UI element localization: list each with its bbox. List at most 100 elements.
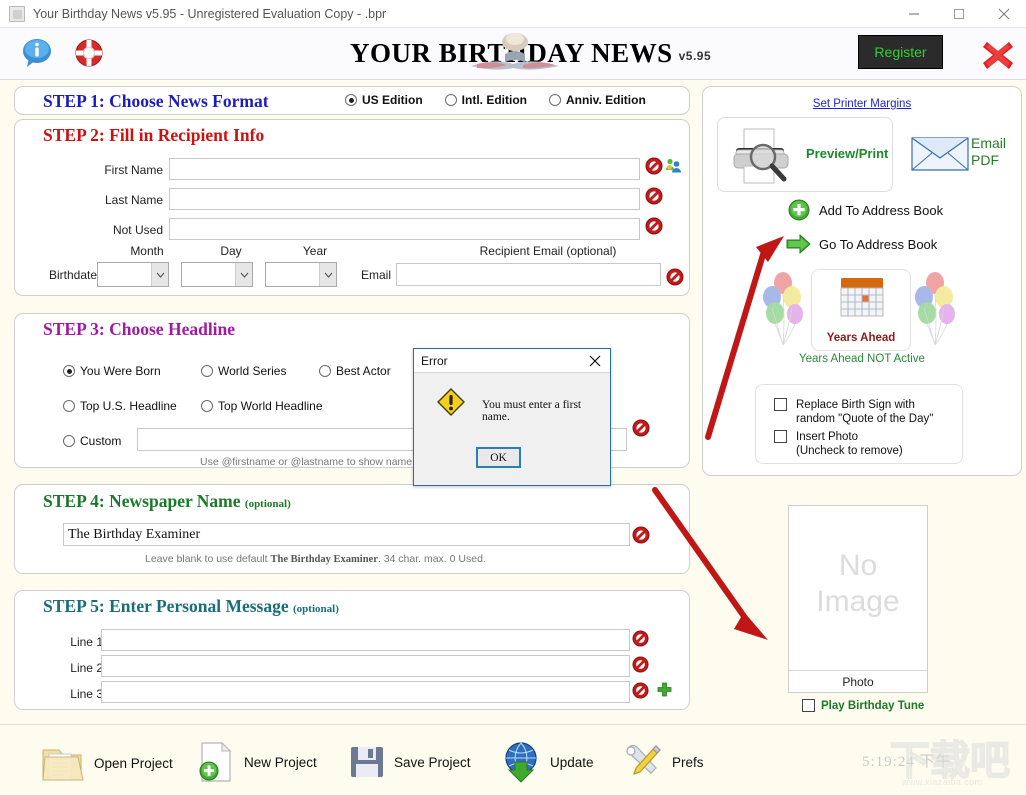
message-line1-input[interactable] xyxy=(101,629,630,651)
radio-top-world-headline[interactable]: Top World Headline xyxy=(201,399,323,413)
not-used-input[interactable] xyxy=(169,218,640,240)
prefs-label: Prefs xyxy=(672,754,704,770)
add-to-address-book-label[interactable]: Add To Address Book xyxy=(819,203,943,218)
hint-default-name: The Birthday Examiner xyxy=(270,554,378,565)
chevron-down-icon xyxy=(151,263,168,286)
recipient-email-caption: Recipient Email (optional) xyxy=(479,244,617,258)
checkbox-insert-photo[interactable]: Insert Photo (Uncheck to remove) xyxy=(774,430,903,458)
hint-prefix: Leave blank to use default xyxy=(145,553,271,565)
email-pdf-button[interactable]: Email PDF xyxy=(971,135,1006,169)
lifering-help-icon[interactable] xyxy=(73,38,105,68)
set-printer-margins-link[interactable]: Set Printer Margins xyxy=(703,98,1021,110)
last-name-label: Last Name xyxy=(104,193,163,207)
clear-line2-icon[interactable] xyxy=(632,656,649,673)
birthdate-label: Birthdate xyxy=(48,268,97,282)
go-to-address-book-arrow-icon[interactable] xyxy=(786,233,812,255)
clear-last-name-icon[interactable] xyxy=(645,187,663,205)
error-dialog-ok-button[interactable]: OK xyxy=(476,447,521,468)
last-name-input[interactable] xyxy=(169,188,640,210)
go-to-address-book-label[interactable]: Go To Address Book xyxy=(819,237,937,252)
radio-world-series[interactable]: World Series xyxy=(201,364,286,378)
checkbox-replace-birth-sign[interactable]: Replace Birth Sign with random "Quote of… xyxy=(774,398,933,426)
open-project-button[interactable]: Open Project xyxy=(40,742,173,784)
new-project-button[interactable]: New Project xyxy=(196,740,317,784)
radio-us-edition[interactable]: US Edition xyxy=(345,93,423,107)
radio-you-were-born[interactable]: You Were Born xyxy=(63,364,161,378)
radio-intl-edition[interactable]: Intl. Edition xyxy=(444,93,527,107)
add-to-address-book-icon[interactable] xyxy=(788,199,810,221)
error-dialog: Error You must enter a first name. OK xyxy=(413,348,611,486)
preview-print-label: Preview/Print xyxy=(806,146,889,161)
first-name-input[interactable] xyxy=(169,158,640,180)
address-book-people-icon[interactable] xyxy=(665,157,682,174)
year-select[interactable] xyxy=(265,262,337,287)
radio-anniv-edition[interactable]: Anniv. Edition xyxy=(549,93,646,107)
register-button[interactable]: Register xyxy=(858,35,943,69)
photo-caption: Photo xyxy=(789,670,927,692)
step1-panel: STEP 1: Choose News Format US Edition In… xyxy=(14,86,690,115)
clear-not-used-icon[interactable] xyxy=(645,217,663,235)
add-line-plus-icon[interactable] xyxy=(656,682,673,699)
clear-line1-icon[interactable] xyxy=(632,630,649,647)
step5-title-text: STEP 5: Enter Personal Message xyxy=(43,596,289,616)
error-dialog-title: Error xyxy=(421,353,448,368)
step1-title: STEP 1: Choose News Format xyxy=(43,91,269,111)
output-options-panel: Set Printer Margins Preview/Print Email … xyxy=(702,86,1022,476)
radio-custom[interactable]: Custom xyxy=(63,434,121,448)
radio-you-were-born-label: You Were Born xyxy=(80,364,161,378)
checkbox-play-tune-box xyxy=(802,699,815,712)
quote-line1: Replace Birth Sign with xyxy=(796,399,915,411)
not-used-label: Not Used xyxy=(112,223,163,237)
radio-us-edition-dot xyxy=(345,94,357,106)
red-x-close-icon[interactable] xyxy=(980,38,1016,72)
step4-panel: STEP 4: Newspaper Name (optional) Leave … xyxy=(14,484,690,574)
month-select[interactable] xyxy=(97,262,169,287)
open-folder-icon xyxy=(42,749,84,781)
error-dialog-close-icon[interactable] xyxy=(584,351,606,371)
step5-panel: STEP 5: Enter Personal Message (optional… xyxy=(14,590,690,710)
email-envelope-icon[interactable] xyxy=(910,130,970,176)
radio-anniv-edition-label: Anniv. Edition xyxy=(566,93,646,107)
no-image-placeholder: No Image xyxy=(789,548,927,620)
prefs-button[interactable]: Prefs xyxy=(622,742,704,782)
balloons-decoration-right xyxy=(915,272,955,346)
photo-preview-box[interactable]: No Image Photo xyxy=(788,505,928,693)
preview-print-button[interactable]: Preview/Print xyxy=(717,117,893,192)
minimize-button[interactable] xyxy=(891,0,936,28)
step4-title: STEP 4: Newspaper Name (optional) xyxy=(43,491,291,512)
clear-custom-headline-icon[interactable] xyxy=(632,419,650,437)
window-controls xyxy=(891,0,1026,28)
radio-best-actor[interactable]: Best Actor xyxy=(319,364,391,378)
clear-first-name-icon[interactable] xyxy=(645,157,663,175)
play-birthday-tune-row[interactable]: Play Birthday Tune xyxy=(802,699,924,712)
chevron-down-icon xyxy=(319,263,336,286)
printer-magnifier-icon xyxy=(733,128,789,184)
line3-label: Line 3 xyxy=(70,687,103,701)
clear-newspaper-name-icon[interactable] xyxy=(632,526,650,544)
years-ahead-button[interactable]: Years Ahead xyxy=(811,269,911,351)
years-ahead-label: Years Ahead xyxy=(826,332,896,344)
close-button[interactable] xyxy=(981,0,1026,28)
newspaper-name-hint: Leave blank to use default The Birthday … xyxy=(145,553,486,565)
clear-email-icon[interactable] xyxy=(666,268,684,286)
update-button[interactable]: Update xyxy=(500,740,594,784)
error-dialog-message: You must enter a first name. xyxy=(482,399,582,423)
info-icon[interactable] xyxy=(22,38,54,68)
radio-best-actor-label: Best Actor xyxy=(336,364,391,378)
day-select[interactable] xyxy=(181,262,253,287)
message-line3-input[interactable] xyxy=(101,681,630,703)
radio-anniv-edition-dot xyxy=(549,94,561,106)
years-ahead-status: Years Ahead NOT Active xyxy=(799,353,925,365)
email-input[interactable] xyxy=(396,263,661,286)
email-pdf-line1: Email xyxy=(971,135,1007,151)
clear-line3-icon[interactable] xyxy=(632,682,649,699)
maximize-button[interactable] xyxy=(936,0,981,28)
message-line2-input[interactable] xyxy=(101,655,630,677)
radio-intl-edition-dot xyxy=(444,94,457,106)
save-project-button[interactable]: Save Project xyxy=(348,744,471,780)
newspaper-name-input[interactable] xyxy=(63,523,630,546)
radio-top-us-headline[interactable]: Top U.S. Headline xyxy=(63,399,177,413)
checkbox-replace-birth-sign-box xyxy=(774,398,787,411)
first-name-label: First Name xyxy=(104,163,163,177)
app-icon xyxy=(9,5,25,22)
